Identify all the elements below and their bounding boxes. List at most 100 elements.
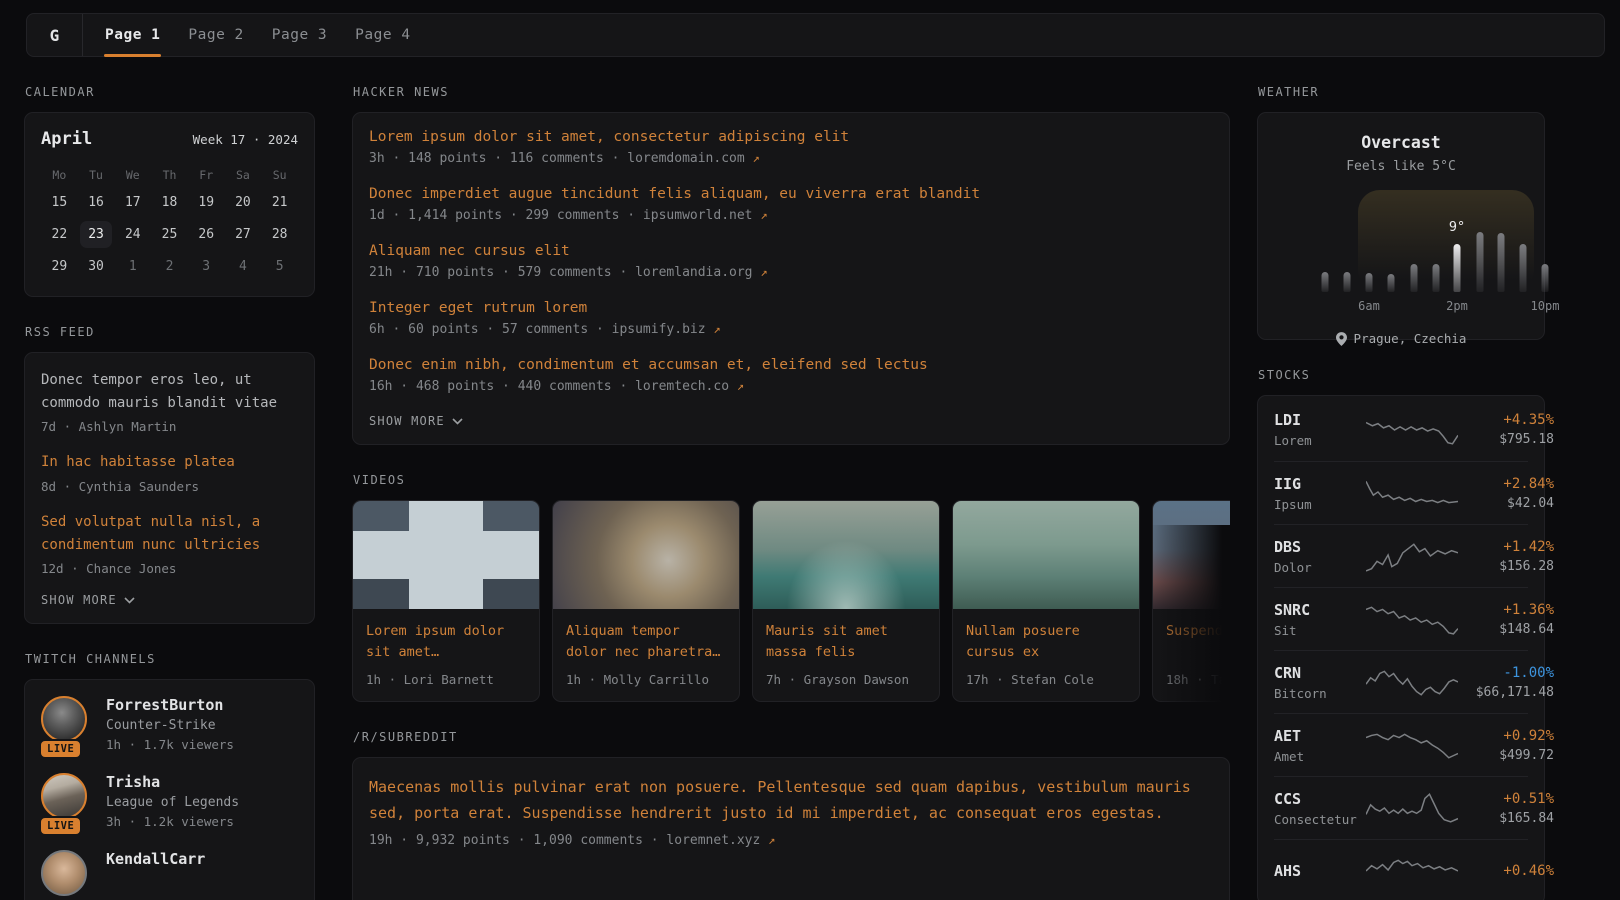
twitch-channel-category: Counter-Strike [106,718,234,733]
video-title[interactable]: Lorem ipsum dolor sit amet consectetu… [366,621,526,663]
widget-label-weather: WEATHER [1257,85,1545,99]
stock-row[interactable]: CCS Consectetur +0.51% $165.84 [1274,776,1528,839]
avatar [41,773,87,819]
page-tab[interactable]: Page 3 [258,14,341,56]
hackernews-item-title[interactable]: Donec enim nibh, condimentum et accumsan… [369,357,1213,373]
video-card[interactable]: Aliquam tempor dolor nec pharetra… 1h · … [552,500,740,702]
video-thumbnail[interactable] [353,501,539,609]
app-logo[interactable]: G [27,14,83,56]
stock-change: +0.92% [1458,728,1554,744]
hackernews-item-title[interactable]: Donec imperdiet augue tincidunt felis al… [369,186,1213,202]
hackernews-item-meta: 6h · 60 points · 57 comments · ipsumify.… [369,322,1213,337]
video-meta: 1h · Molly Carrillo [566,672,726,687]
widget-label-videos: VIDEOS [352,473,1230,487]
stock-row[interactable]: SNRC Sit +1.36% $148.64 [1274,587,1528,650]
weather-hour-bar [1542,264,1549,292]
stock-price: $156.28 [1458,559,1554,574]
twitch-channel-row[interactable]: LIVE Trisha League of Legends 3h · 1.2k … [41,773,298,829]
weather-hour-bar [1366,273,1373,292]
stock-row[interactable]: LDI Lorem +4.35% $795.18 [1274,398,1528,461]
stock-sparkline [1366,791,1458,825]
stock-row[interactable]: AET Amet +0.92% $499.72 [1274,713,1528,776]
rss-show-more-button[interactable]: SHOW MORE [41,593,298,607]
page-tab[interactable]: Page 2 [174,14,257,56]
stock-change: +1.42% [1458,539,1554,555]
stock-sparkline [1366,728,1458,762]
stock-symbol: CCS [1274,790,1366,808]
rss-item-title[interactable]: In hac habitasse platea [41,454,235,470]
hackernews-item-title[interactable]: Integer eget rutrum lorem [369,300,1213,316]
hackernews-item: Integer eget rutrum lorem 6h · 60 points… [369,300,1213,337]
weather-hour-bar [1477,232,1484,292]
video-card[interactable]: Suspendisse diam 18h · Tara [1152,500,1230,702]
twitch-channel-row[interactable]: KendallCarr [41,850,298,896]
chevron-down-icon [452,418,463,425]
external-link-icon[interactable]: ↗ [768,833,775,847]
stock-symbol: SNRC [1274,601,1366,619]
weather-hour-bar [1498,233,1505,292]
external-link-icon[interactable]: ↗ [737,379,744,393]
stocks-widget: STOCKS LDI Lorem + [1257,368,1545,900]
video-title[interactable]: Suspendisse diam [1166,621,1230,663]
weather-location: Prague, Czechia [1274,331,1528,346]
rss-item-title[interactable]: Sed volutpat nulla nisl, a condimentum n… [41,514,260,553]
stock-sparkline [1366,476,1458,510]
video-thumbnail[interactable] [1153,501,1230,609]
page-tab[interactable]: Page 1 [91,14,174,56]
calendar-day: 19 [190,189,222,216]
twitch-channel-name[interactable]: ForrestBurton [106,696,234,714]
weather-hour-bar [1433,264,1440,292]
video-card[interactable]: Nullam posuere cursus ex 17h · Stefan Co… [952,500,1140,702]
video-title[interactable]: Nullam posuere cursus ex [966,621,1126,663]
hackernews-item-title[interactable]: Lorem ipsum dolor sit amet, consectetur … [369,129,1213,145]
stock-row[interactable]: CRN Bitcorn -1.00% $66,171.48 [1274,650,1528,713]
stock-row[interactable]: IIG Ipsum +2.84% $42.04 [1274,461,1528,524]
weather-hour-bar [1520,244,1527,292]
stock-price: $795.18 [1458,432,1554,447]
video-thumbnail[interactable] [553,501,739,609]
video-thumbnail[interactable] [753,501,939,609]
video-title[interactable]: Mauris sit amet massa felis [766,621,926,663]
stock-name: Amet [1274,749,1366,764]
widget-label-subreddit: /R/SUBREDDIT [352,730,1230,744]
stock-price: $42.04 [1458,496,1554,511]
calendar-day: 17 [117,189,149,216]
twitch-widget: TWITCH CHANNELS LIVE ForrestBurton Count… [24,652,315,900]
calendar-day: 21 [264,189,296,216]
calendar-day: 18 [153,189,185,216]
rss-item-title[interactable]: Donec tempor eros leo, ut commodo mauris… [41,372,277,411]
external-link-icon[interactable]: ↗ [760,265,767,279]
twitch-channel-name[interactable]: Trisha [106,773,239,791]
stock-price: $148.64 [1458,622,1554,637]
twitch-channel-name[interactable]: KendallCarr [106,850,205,868]
calendar-day: 1 [117,253,149,280]
hackernews-show-more-button[interactable]: SHOW MORE [369,414,1213,428]
external-link-icon[interactable]: ↗ [760,208,767,222]
external-link-icon[interactable]: ↗ [753,151,760,165]
video-meta: 1h · Lori Barnett [366,672,526,687]
rss-widget: RSS FEED Donec tempor eros leo, ut commo… [24,325,315,624]
hackernews-list: Lorem ipsum dolor sit amet, consectetur … [369,129,1213,394]
hackernews-item-meta-text: 6h · 60 points · 57 comments · ipsumify.… [369,322,706,337]
weather-hourly-chart: 9° [1274,196,1528,292]
video-card[interactable]: Mauris sit amet massa felis 7h · Grayson… [752,500,940,702]
live-badge: LIVE [39,816,82,836]
widget-label-twitch: TWITCH CHANNELS [24,652,315,666]
hackernews-item-title[interactable]: Aliquam nec cursus elit [369,243,1213,259]
rss-list: Donec tempor eros leo, ut commodo mauris… [41,369,298,576]
hackernews-widget: HACKER NEWS Lorem ipsum dolor sit amet, … [352,85,1230,445]
video-card[interactable]: Lorem ipsum dolor sit amet consectetu… 1… [352,500,540,702]
external-link-icon[interactable]: ↗ [713,322,720,336]
twitch-channel-row[interactable]: LIVE ForrestBurton Counter-Strike 1h · 1… [41,696,298,752]
stock-symbol: AET [1274,727,1366,745]
stock-row[interactable]: DBS Dolor +1.42% $156.28 [1274,524,1528,587]
subreddit-post-title[interactable]: Maecenas mollis pulvinar erat non posuer… [369,774,1213,827]
weather-hour-bar [1344,272,1351,292]
video-title[interactable]: Aliquam tempor dolor nec pharetra… [566,621,726,663]
page-tab[interactable]: Page 4 [341,14,424,56]
video-thumbnail[interactable] [953,501,1139,609]
stock-symbol: CRN [1274,664,1366,682]
stock-row[interactable]: AHS +0.46% [1274,839,1528,900]
calendar-day-grid: 1516171819202122232425262728293012345 [41,189,298,280]
rss-item-meta: 8d · Cynthia Saunders [41,479,298,494]
